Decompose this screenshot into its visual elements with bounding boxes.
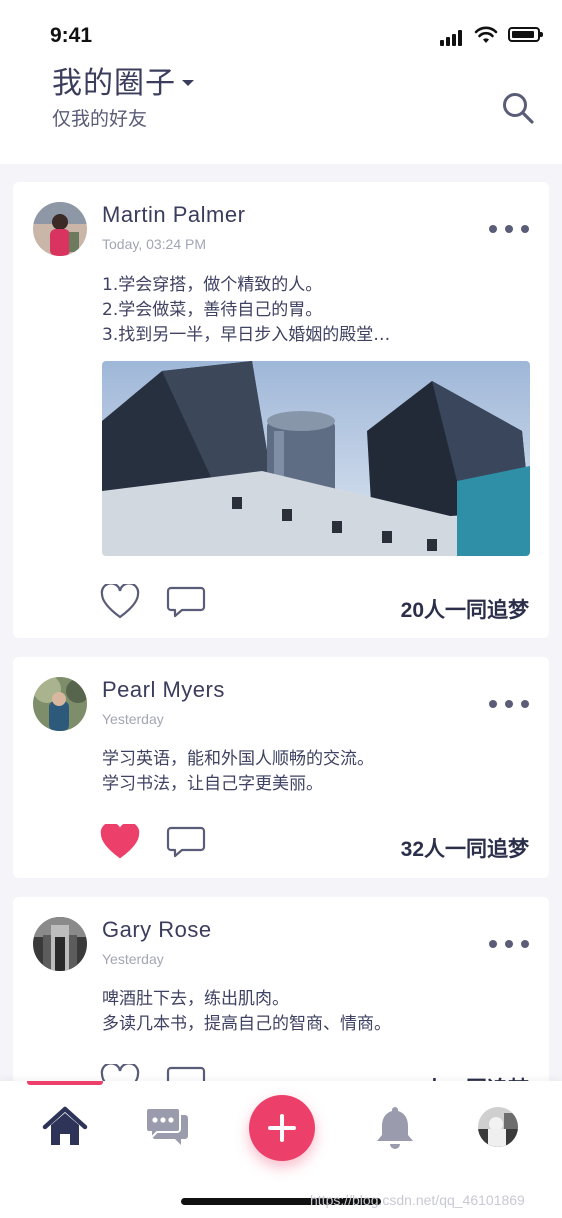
add-post-button[interactable] [249, 1095, 315, 1161]
dream-count: 20人一同追梦 [400, 599, 529, 622]
post-text-line: 1.学会穿搭，做个精致的人。 [102, 275, 323, 295]
post-text-line: 多读几本书，提高自己的智商、情商。 [102, 1014, 391, 1034]
post-text-line: 啤酒肚下去，练出肌肉。 [102, 989, 289, 1009]
comment-icon[interactable] [166, 585, 206, 621]
header: 9:41 我的圈子 仅我的好友 [0, 0, 562, 164]
more-options-icon[interactable] [489, 697, 529, 711]
post-time: Yesterday [102, 711, 164, 727]
post-text-line: 学习英语，能和外国人顺畅的交流。 [102, 749, 374, 769]
avatar[interactable] [33, 917, 87, 971]
post-text: 啤酒肚下去，练出肌肉。 多读几本书，提高自己的智商、情商。 [102, 987, 391, 1037]
avatar[interactable] [33, 202, 87, 256]
page-subtitle: 仅我的好友 [52, 108, 148, 130]
post-text-line: 学习书法，让自己字更美丽。 [102, 774, 323, 794]
post-text: 学习英语，能和外国人顺畅的交流。 学习书法，让自己字更美丽。 [102, 747, 374, 797]
search-icon[interactable] [500, 90, 536, 126]
messages-icon[interactable] [143, 1103, 191, 1151]
profile-avatar[interactable] [478, 1107, 518, 1147]
post-text-line: 2.学会做菜，善待自己的胃。 [102, 300, 323, 320]
status-icons [440, 26, 543, 46]
dream-count: 32人一同追梦 [400, 838, 529, 861]
caret-down-icon [182, 80, 194, 86]
comment-icon[interactable] [166, 825, 206, 861]
post-image[interactable] [102, 361, 530, 556]
circle-selector[interactable]: 我的圈子 [52, 58, 194, 102]
post-text: 1.学会穿搭，做个精致的人。 2.学会做菜，善待自己的胃。 3.找到另一半，早日… [102, 273, 390, 348]
home-icon[interactable] [41, 1103, 89, 1151]
watermark: https://blog.csdn.net/qq_46101869 [310, 1192, 525, 1208]
heart-filled-icon[interactable] [100, 824, 140, 860]
bell-icon[interactable] [371, 1103, 419, 1151]
author-name[interactable]: Pearl Myers [102, 677, 225, 703]
author-name[interactable]: Martin Palmer [102, 202, 245, 228]
post-card: Martin Palmer Today, 03:24 PM 1.学会穿搭，做个精… [13, 182, 549, 638]
tab-bar: https://blog.csdn.net/qq_46101869 [0, 1081, 562, 1218]
avatar[interactable] [33, 677, 87, 731]
more-options-icon[interactable] [489, 222, 529, 236]
post-text-line: 3.找到另一半，早日步入婚姻的殿堂… [102, 325, 391, 345]
active-tab-indicator [27, 1081, 103, 1085]
post-time: Yesterday [102, 951, 164, 967]
wifi-icon [474, 26, 498, 43]
post-card: Pearl Myers Yesterday 学习英语，能和外国人顺畅的交流。 学… [13, 657, 549, 878]
more-options-icon[interactable] [489, 937, 529, 951]
post-time: Today, 03:24 PM [102, 236, 207, 252]
status-time: 9:41 [50, 24, 93, 47]
heart-icon[interactable] [100, 584, 140, 620]
battery-icon [508, 27, 543, 42]
page-title: 我的圈子 [52, 66, 176, 101]
author-name[interactable]: Gary Rose [102, 917, 212, 943]
